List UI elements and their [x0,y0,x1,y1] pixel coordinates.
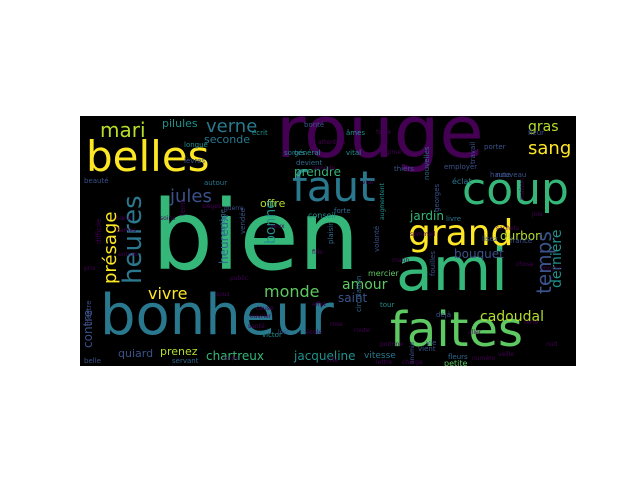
word-bouquet: bouquet [454,247,504,261]
word-sang: sang [528,138,572,159]
word-augmentent: augmentent [379,183,386,220]
word-deja: déjà [436,311,451,319]
word-loin: loin [278,329,289,336]
word-fille: fille [312,249,323,256]
word-prenez: prenez [160,345,198,358]
word-theatre: théâtre [85,300,93,326]
word-mari: mari [100,118,146,142]
word-aller: aller [468,329,482,336]
word-dames: dames [116,227,137,234]
word-coeur: cœur [116,215,132,222]
word-presage: présage [100,211,121,284]
word-jacqueline: jacqueline [294,349,356,363]
word-terre: terre [524,319,539,326]
word-vrai: vrai [362,179,374,186]
word-guerre: guerre [224,205,244,212]
word-fouilles: fouilles [429,251,437,276]
word-heures: heures [118,195,148,284]
word-monde: monde [264,282,320,301]
word-fleur: fleur [528,129,545,137]
word-georges: georges [433,183,441,212]
word-joie: joie [532,211,543,218]
word-belle: belle [84,357,101,365]
word-charge: charge [402,359,423,366]
word-forte: forte [334,207,351,215]
word-prix: prix [84,265,96,272]
word-seconde: seconde [204,133,250,146]
word-vivre: vivre [148,284,188,303]
word-beaute: beauté [84,177,109,185]
word-difficile: difficile [95,218,103,244]
word-longue: longue [184,141,208,149]
word-quiard: quiard [118,347,154,360]
word-route: route [354,327,370,334]
word-cortege: cortège [219,209,227,236]
word-servant: servant [172,357,199,365]
word-public: public [230,275,249,282]
word-eclat: éclat [452,177,472,186]
word-rose: rose [330,321,343,328]
word-amour: amour [342,277,388,293]
word-lettre: lettre [376,359,393,366]
word-attention: attention [318,139,346,146]
word-ecole: école [306,329,323,336]
word-teint: teint [179,199,187,216]
word-matin: matin [392,257,410,264]
word-haute: haute [490,171,511,179]
word-veille: veille [498,351,514,358]
word-poitrine: poitrine [380,341,404,348]
word-travail: travail [469,141,477,164]
word-sachets: sachets [496,225,520,232]
word-cause: cause [256,305,274,312]
word-vient: vient [418,345,436,353]
word-soins: soins [160,215,176,222]
word-livre: livre [446,215,462,223]
word-porter: porter [484,143,506,151]
word-france: france [510,237,533,245]
word-corps: corps [222,355,239,362]
word-sommeil: sommeil [410,231,436,238]
word-force: force [376,129,392,136]
word-autour: autour [204,179,228,187]
word-chose: chose [516,261,534,268]
word-effet: effet [312,301,326,308]
word-yeux: yeux [270,223,285,230]
word-mercier: mercier [368,269,399,278]
word-circulation: circulation [355,275,363,312]
word-sieges: sièges [202,203,222,210]
word-moyen: moyen [542,265,563,272]
word-lisez: lisez [482,235,498,243]
word-ames: âmes [346,129,366,137]
word-thiers: thiers [394,165,414,173]
word-sous: sous [216,291,230,298]
word-regime: régime [380,149,402,156]
word-cloud: rouge bien ami bonheur faites belles fau… [80,116,576,366]
word-ouvrier: ouvrier [250,313,272,320]
word-bonte: bonté [304,121,325,129]
word-nuit: nuit [546,341,558,348]
word-conseil: conseil [308,211,336,220]
word-ville: ville [326,357,339,364]
word-derniere: dernière [549,229,565,288]
word-sante: santé [248,323,265,330]
word-nouvelles: nouvelles [423,146,431,180]
word-levres: lèvres [184,157,206,165]
word-volonte: volonté [373,225,381,252]
word-ennuis: ennuis [118,251,138,258]
word-fleurs: fleurs [448,353,468,361]
word-employer: employer [444,163,478,171]
word-numero: numéro [472,355,496,362]
word-pilules: pilules [162,117,198,130]
word-vital: vital [346,149,362,157]
word-ecrit: écrit [252,129,268,137]
word-maison: maison [519,178,526,200]
word-tour: tour [380,301,395,309]
word-sortes: sortes [284,149,306,157]
word-remede: remède [312,165,336,172]
word-plaisir: plaisir [327,222,335,244]
